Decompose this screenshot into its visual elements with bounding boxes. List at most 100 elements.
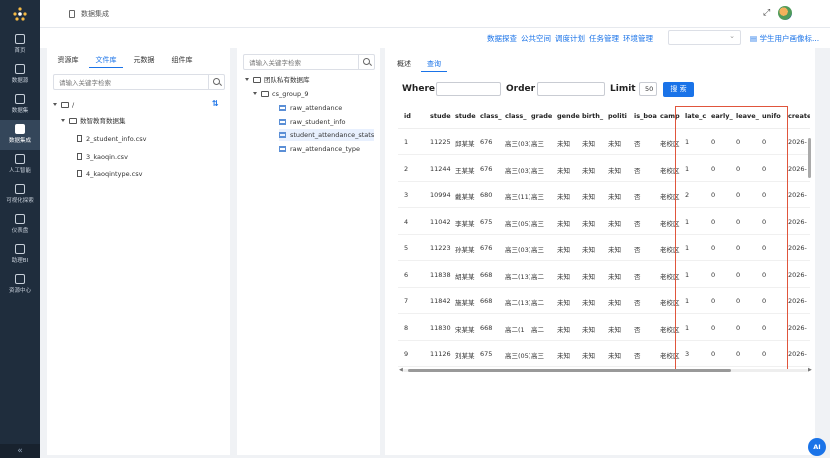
table-cell: 未知 <box>608 219 621 228</box>
tree-node-0[interactable]: / <box>53 99 74 111</box>
table-row[interactable]: 1 11225 邱某某 676 高三(03) 高三 未知 未知 未知 否 老校区 1 0 0 0 2026- <box>398 129 810 155</box>
toolbar-link-2[interactable]: 调度计划 <box>555 34 585 43</box>
collapse-nav-button[interactable]: « <box>0 444 40 458</box>
home-icon <box>15 34 25 44</box>
table-row[interactable]: 3 10994 戴某某 680 高三(11) 高三 未知 未知 未知 否 老校区 2 0 0 0 2026- <box>398 182 810 208</box>
toolbar-link-3[interactable]: 任务管理 <box>589 34 619 43</box>
column-header[interactable]: id <box>404 112 426 120</box>
column-header[interactable]: gende <box>557 112 581 120</box>
table-row[interactable]: 7 11842 施某某 668 高二(13) 高二 未知 未知 未知 否 老校区 1 0 0 0 2026- <box>398 288 810 314</box>
table-cell: 0 <box>711 164 716 173</box>
fullscreen-icon[interactable]: ⤢ <box>763 8 770 18</box>
table-cell: 675 <box>480 350 493 358</box>
tab-2[interactable]: 元数据 <box>127 52 161 68</box>
search-button[interactable]: 搜 索 <box>663 82 694 97</box>
table-cell: 3 <box>685 350 690 358</box>
column-header[interactable]: stude <box>455 112 479 120</box>
limit-input[interactable]: 50 <box>639 82 657 96</box>
nav-item-7[interactable]: 助理BI <box>0 240 40 270</box>
table-cell: 未知 <box>582 219 595 228</box>
column-header[interactable]: late_c <box>685 112 709 120</box>
db-tree-node-1[interactable]: cs_group_9 <box>253 88 308 100</box>
column-header[interactable]: stude <box>430 112 454 120</box>
tree-node-3[interactable]: 3_kaoqin.csv <box>77 151 128 163</box>
tree-node-2[interactable]: 2_student_info.csv <box>77 133 146 145</box>
table-cell: 11223 <box>430 244 451 252</box>
tree-node-4[interactable]: 4_kaoqintype.csv <box>77 168 142 180</box>
column-header[interactable]: is_boa <box>634 112 658 120</box>
table-row[interactable]: 2 11244 王某某 676 高三(03) 高三 未知 未知 未知 否 老校区 1 0 0 0 2026- <box>398 156 810 182</box>
nav-item-4[interactable]: 人工智能 <box>0 150 40 180</box>
table-row[interactable]: 8 11830 宋某某 668 高二(1 高二 未知 未知 未知 否 老校区 1 0 0 0 2026- <box>398 315 810 341</box>
avatar[interactable] <box>778 6 792 20</box>
order-input[interactable] <box>537 82 605 96</box>
table-cell: 0 <box>711 323 716 332</box>
tab-3[interactable]: 组件库 <box>165 52 199 68</box>
db-tree-node-3[interactable]: raw_student_info <box>279 116 346 128</box>
mid-search-input[interactable] <box>249 57 353 68</box>
table-row[interactable]: 5 11223 孙某某 676 高三(03) 高三 未知 未知 未知 否 老校区 1 0 0 0 2026- <box>398 235 810 261</box>
column-header[interactable]: grade <box>531 112 556 120</box>
table-cell: 2026- <box>788 323 807 332</box>
tab-0[interactable]: 资源库 <box>51 52 85 68</box>
table-cell: 2026- <box>788 244 807 252</box>
nav-item-6[interactable]: 仪表盘 <box>0 210 40 240</box>
nav-item-0[interactable]: 首页 <box>0 30 40 60</box>
left-nav: 首页 数据源 数据集 数据集成 人工智能 可视化探索 仪表盘 助理BI 资源中心 « <box>0 0 40 458</box>
logo-icon[interactable] <box>12 6 28 22</box>
nav-item-2[interactable]: 数据集 <box>0 90 40 120</box>
db-tree-node-0[interactable]: 团队私有数据库 <box>245 74 310 86</box>
search-icon[interactable] <box>208 75 224 89</box>
column-header[interactable]: camp <box>660 112 684 120</box>
left-search-input[interactable] <box>59 77 195 88</box>
scroll-left-icon[interactable]: ◀ <box>399 367 403 373</box>
toolbar-link-1[interactable]: 公共空间 <box>521 34 551 43</box>
table-row[interactable]: 6 11838 胡某某 668 高二(13) 高二 未知 未知 未知 否 老校区 1 0 0 0 2026- <box>398 262 810 288</box>
nav-item-3[interactable]: 数据集成 <box>0 120 40 150</box>
table-cell: 676 <box>480 244 493 252</box>
table-cell: 0 <box>762 350 767 358</box>
tree-node-1[interactable]: 数智教育数据集 <box>61 115 126 127</box>
table-icon <box>279 146 286 152</box>
table-cell: 11830 <box>430 323 451 332</box>
db-tree-node-4[interactable]: student_attendance_stats <box>279 129 375 141</box>
profile-link[interactable]: ▤ 学生用户画像标... <box>750 33 819 44</box>
table-cell: 未知 <box>608 325 621 334</box>
column-header[interactable]: unifo <box>762 112 786 120</box>
nav-item-5[interactable]: 可视化探索 <box>0 180 40 210</box>
toolbar-link-4[interactable]: 环境管理 <box>623 34 653 43</box>
where-input[interactable] <box>436 82 501 96</box>
table-row[interactable]: 9 11126 刘某某 675 高三(05) 高三 未知 未知 未知 否 老校区 3 0 0 0 2026- <box>398 341 810 367</box>
column-header[interactable]: class_ <box>505 112 530 120</box>
db-tree-node-5[interactable]: raw_attendance_type <box>279 143 360 155</box>
query-tab-0[interactable]: 概述 <box>391 56 417 72</box>
horizontal-scrollbar[interactable] <box>408 369 731 372</box>
column-header[interactable]: politi <box>608 112 633 120</box>
nav-item-1[interactable]: 数据源 <box>0 60 40 90</box>
column-header[interactable]: create <box>788 112 810 120</box>
table-cell: 王某某 <box>455 166 475 175</box>
search-icon[interactable] <box>358 55 374 69</box>
table-cell: 高三 <box>531 166 544 175</box>
table-cell: 11126 <box>430 350 451 358</box>
scroll-right-icon[interactable]: ▶ <box>808 367 812 373</box>
table-row[interactable]: 4 11042 李某某 675 高三(05) 高三 未知 未知 未知 否 老校区 1 0 0 0 2026- <box>398 209 810 235</box>
nav-item-8[interactable]: 资源中心 <box>0 270 40 300</box>
environment-select[interactable]: ⌄ <box>668 30 741 45</box>
tab-1[interactable]: 文件库 <box>89 52 123 68</box>
column-header[interactable]: birth_ <box>582 112 607 120</box>
vertical-scrollbar[interactable] <box>808 138 811 178</box>
sort-icon[interactable]: ⇅ <box>212 99 219 108</box>
table-cell: 4 <box>404 217 409 226</box>
query-tab-1[interactable]: 查询 <box>421 56 447 72</box>
database-tree-panel: 团队私有数据库 cs_group_9 raw_attendance raw_stude… <box>237 48 380 455</box>
column-header[interactable]: class_ <box>480 112 504 120</box>
toolbar-link-0[interactable]: 数据探查 <box>487 34 517 43</box>
db-tree-node-2[interactable]: raw_attendance <box>279 102 342 114</box>
mid-search-box <box>243 54 375 70</box>
ai-assistant-button[interactable]: AI <box>808 438 826 456</box>
table-cell: 0 <box>736 323 741 332</box>
column-header[interactable]: leave_ <box>736 112 760 120</box>
table-cell: 未知 <box>557 193 570 201</box>
column-header[interactable]: early_ <box>711 112 735 120</box>
